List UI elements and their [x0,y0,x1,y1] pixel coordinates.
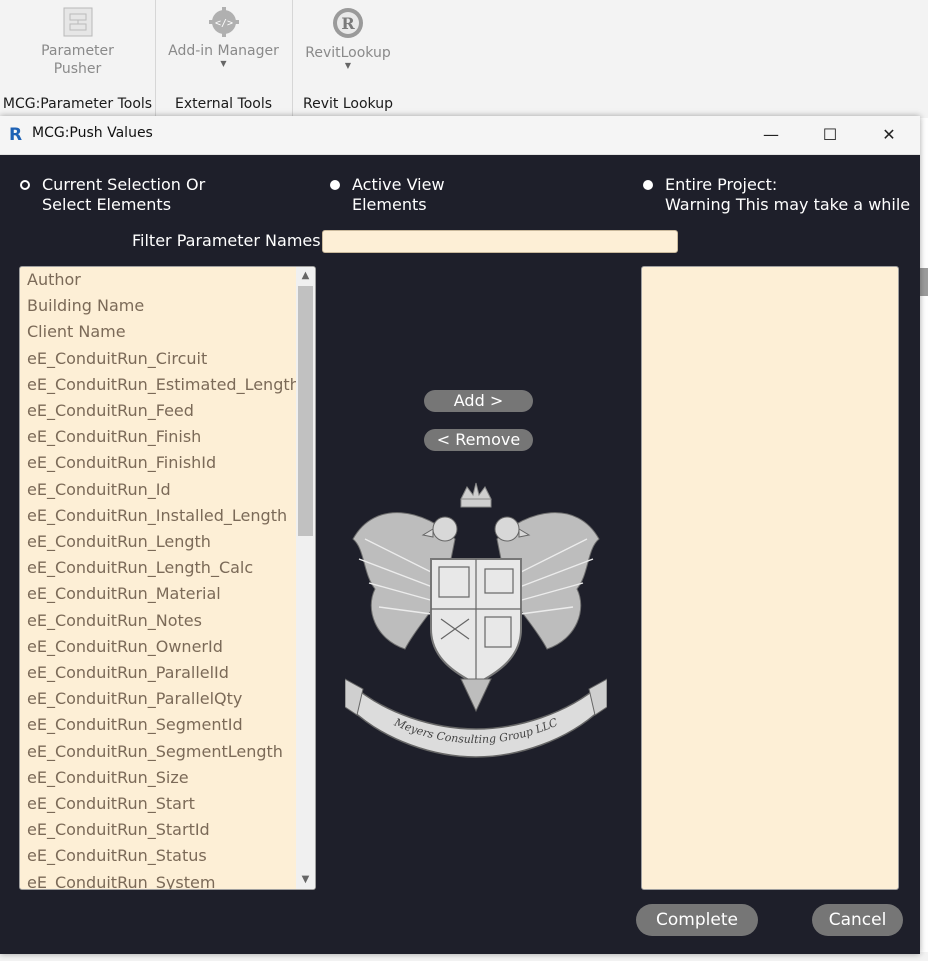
dropdown-arrow-icon: ▼ [344,61,352,70]
list-item[interactable]: eE_ConduitRun_Id [27,480,171,499]
revitlookup-icon: R [333,8,363,38]
list-item[interactable]: eE_ConduitRun_Size [27,768,189,787]
svg-text:</>: </> [214,18,232,29]
list-item[interactable]: eE_ConduitRun_ParallelQty [27,689,242,708]
cancel-button[interactable]: Cancel [812,904,903,936]
radio-selected-icon [20,180,30,190]
dialog-title: MCG:Push Values [32,125,153,141]
maximize-button[interactable]: ☐ [801,116,859,154]
ribbon-panel-revit-lookup: R RevitLookup ▼ Revit Lookup [292,0,404,118]
list-item[interactable]: eE_ConduitRun_Length [27,532,211,551]
parameter-pusher-button[interactable]: Parameter Pusher [0,0,155,92]
addin-manager-label: Add-in Manager [168,43,279,59]
list-item[interactable]: eE_ConduitRun_Length_Calc [27,558,253,577]
list-item[interactable]: eE_ConduitRun_StartId [27,820,210,839]
selected-parameters-list[interactable] [641,266,899,890]
minimize-button[interactable]: — [742,116,800,154]
complete-button[interactable]: Complete [636,904,758,936]
radio-label-line2: Warning This may take a while [665,195,911,214]
ribbon-panel-title: MCG:Parameter Tools [2,96,153,112]
scroll-up-icon[interactable]: ▲ [296,267,315,285]
list-item[interactable]: eE_ConduitRun_Finish [27,427,201,446]
list-item[interactable]: eE_ConduitRun_ParallelId [27,663,229,682]
list-item[interactable]: eE_ConduitRun_Feed [27,401,194,420]
parameter-list[interactable]: Author Building Name Client Name eE_Conduit… [19,266,316,890]
list-item[interactable]: eE_ConduitRun_Material [27,584,221,603]
revitlookup-label: RevitLookup [305,45,391,61]
radio-label-line1: Active View [352,175,445,194]
radio-active-view[interactable]: Active View Elements [330,175,530,217]
radio-entire-project[interactable]: Entire Project: Warning This may take a … [643,175,910,217]
remove-button[interactable]: < Remove [424,429,533,451]
background-canvas [920,118,928,961]
scroll-thumb[interactable] [298,286,313,536]
close-button[interactable]: ✕ [860,116,918,154]
filter-input[interactable] [322,230,678,253]
list-item[interactable]: eE_ConduitRun_System [27,873,215,889]
list-scrollbar[interactable]: ▲ ▼ [296,267,315,889]
list-item[interactable]: eE_ConduitRun_Installed_Length [27,506,287,525]
list-item[interactable]: eE_ConduitRun_Notes [27,611,202,630]
svg-text:R: R [341,14,355,33]
list-item[interactable]: eE_ConduitRun_Circuit [27,349,207,368]
ribbon-panel-external-tools: </> Add-in Manager ▼ External Tools [155,0,293,118]
push-values-dialog: R MCG:Push Values — ☐ ✕ Current Selectio… [0,116,920,954]
dropdown-arrow-icon: ▼ [220,59,227,68]
dialog-titlebar[interactable]: R MCG:Push Values — ☐ ✕ [0,116,920,155]
ribbon-panel-parameter-tools: Parameter Pusher MCG:Parameter Tools [0,0,156,118]
parameter-pusher-label-line1: Parameter [41,43,114,59]
list-item[interactable]: eE_ConduitRun_Start [27,794,195,813]
radio-label-line2: Select Elements [42,195,172,214]
company-crest-logo: Meyers Consulting Group LLC [345,482,607,758]
scroll-down-icon[interactable]: ▼ [296,871,315,889]
revit-app-icon: R [9,125,23,145]
list-item[interactable]: Client Name [27,322,126,341]
list-item[interactable]: eE_ConduitRun_SegmentId [27,715,243,734]
addin-manager-button[interactable]: </> Add-in Manager ▼ [155,0,292,92]
list-item[interactable]: eE_ConduitRun_SegmentLength [27,742,283,761]
dialog-content: Current Selection Or Select Elements Act… [0,154,920,954]
list-item[interactable]: eE_ConduitRun_FinishId [27,453,216,472]
list-item[interactable]: Author [27,270,81,289]
ribbon: Parameter Pusher MCG:Parameter Tools </>… [0,0,928,118]
filter-label: Filter Parameter Names: [132,231,326,250]
list-item[interactable]: eE_ConduitRun_Status [27,846,207,865]
parameter-pusher-icon [63,7,92,37]
radio-unselected-icon [330,180,340,190]
list-item[interactable]: eE_ConduitRun_OwnerId [27,637,223,656]
list-item[interactable]: eE_ConduitRun_Estimated_Length [27,375,300,394]
parameter-pusher-label-line2: Pusher [53,61,102,77]
revitlookup-button[interactable]: R RevitLookup ▼ [292,0,404,92]
radio-current-selection[interactable]: Current Selection Or Select Elements [20,175,280,217]
list-item[interactable]: Building Name [27,296,144,315]
radio-unselected-icon [643,180,653,190]
radio-label-line2: Elements [352,195,427,214]
radio-label-line1: Current Selection Or [42,175,206,194]
addin-manager-icon: </> [208,7,239,37]
radio-label-line1: Entire Project: [665,175,778,194]
ribbon-panel-title: External Tools [174,96,273,112]
add-button[interactable]: Add > [424,390,533,412]
ribbon-panel-title: Revit Lookup [303,96,393,112]
